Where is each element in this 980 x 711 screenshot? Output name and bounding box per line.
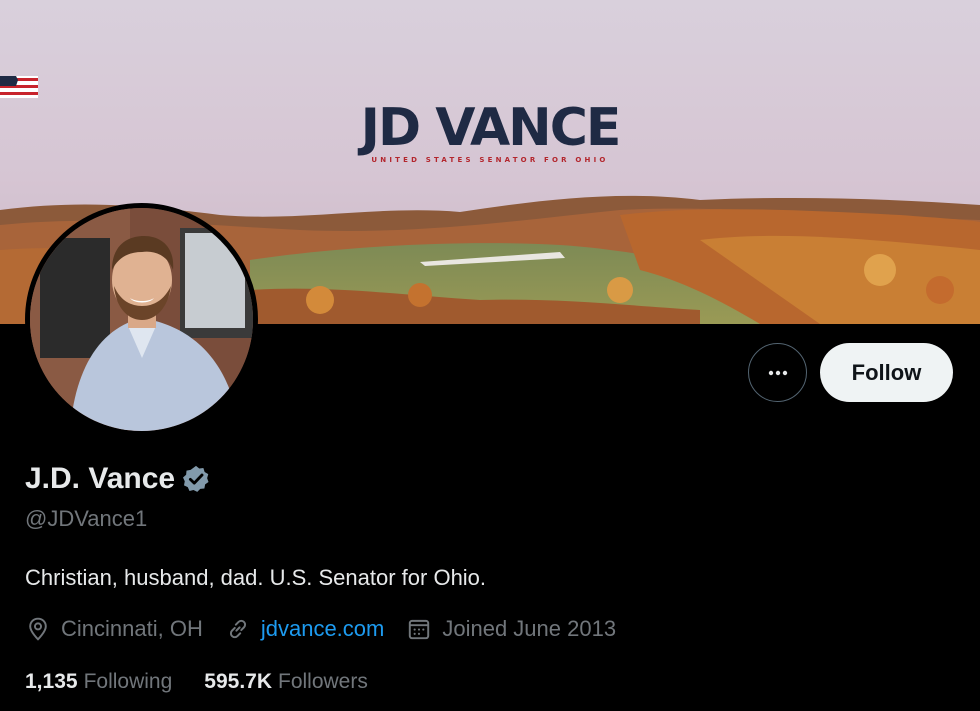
banner-logo: JD VANCE UNITED STATES SENATOR FOR OHIO [0,76,980,164]
website-item[interactable]: jdvance.com [225,616,385,642]
location-pin-icon [29,617,47,641]
ohio-flag-icon [0,76,38,98]
handle: @JDVance1 [25,506,148,531]
display-name: J.D. Vance [25,462,176,495]
bio: Christian, husband, dad. U.S. Senator fo… [25,565,487,590]
following-label: Following [83,670,173,693]
verified-badge-icon[interactable] [181,464,211,494]
more-options-button[interactable] [748,343,807,402]
follow-button[interactable]: Follow [820,343,953,402]
avatar[interactable] [25,203,258,436]
joined-item: Joined June 2013 [406,616,616,642]
followers-label: Followers [278,670,368,693]
banner-title: JD VANCE [360,98,622,158]
banner-subtitle: UNITED STATES SENATOR FOR OHIO [371,156,609,164]
following-count: 1,135 [25,670,78,693]
joined-text: Joined June 2013 [442,616,617,641]
followers-count: 595.7K [204,670,272,693]
website-link[interactable]: jdvance.com [261,616,385,642]
calendar-icon [409,619,430,640]
profile-stats: 1,135 Following 595.7K Followers [25,670,400,694]
followers-stat[interactable]: 595.7K Followers [204,670,368,694]
more-dots-icon [768,370,787,375]
avatar-image [30,208,253,431]
profile-name-row: J.D. Vance [25,462,211,496]
profile-meta: Cincinnati, OH jdvance.com Joined June 2… [25,616,638,642]
link-icon [229,619,246,639]
location-text: Cincinnati, OH [61,616,203,641]
location-item: Cincinnati, OH [25,616,203,642]
following-stat[interactable]: 1,135 Following [25,670,172,694]
